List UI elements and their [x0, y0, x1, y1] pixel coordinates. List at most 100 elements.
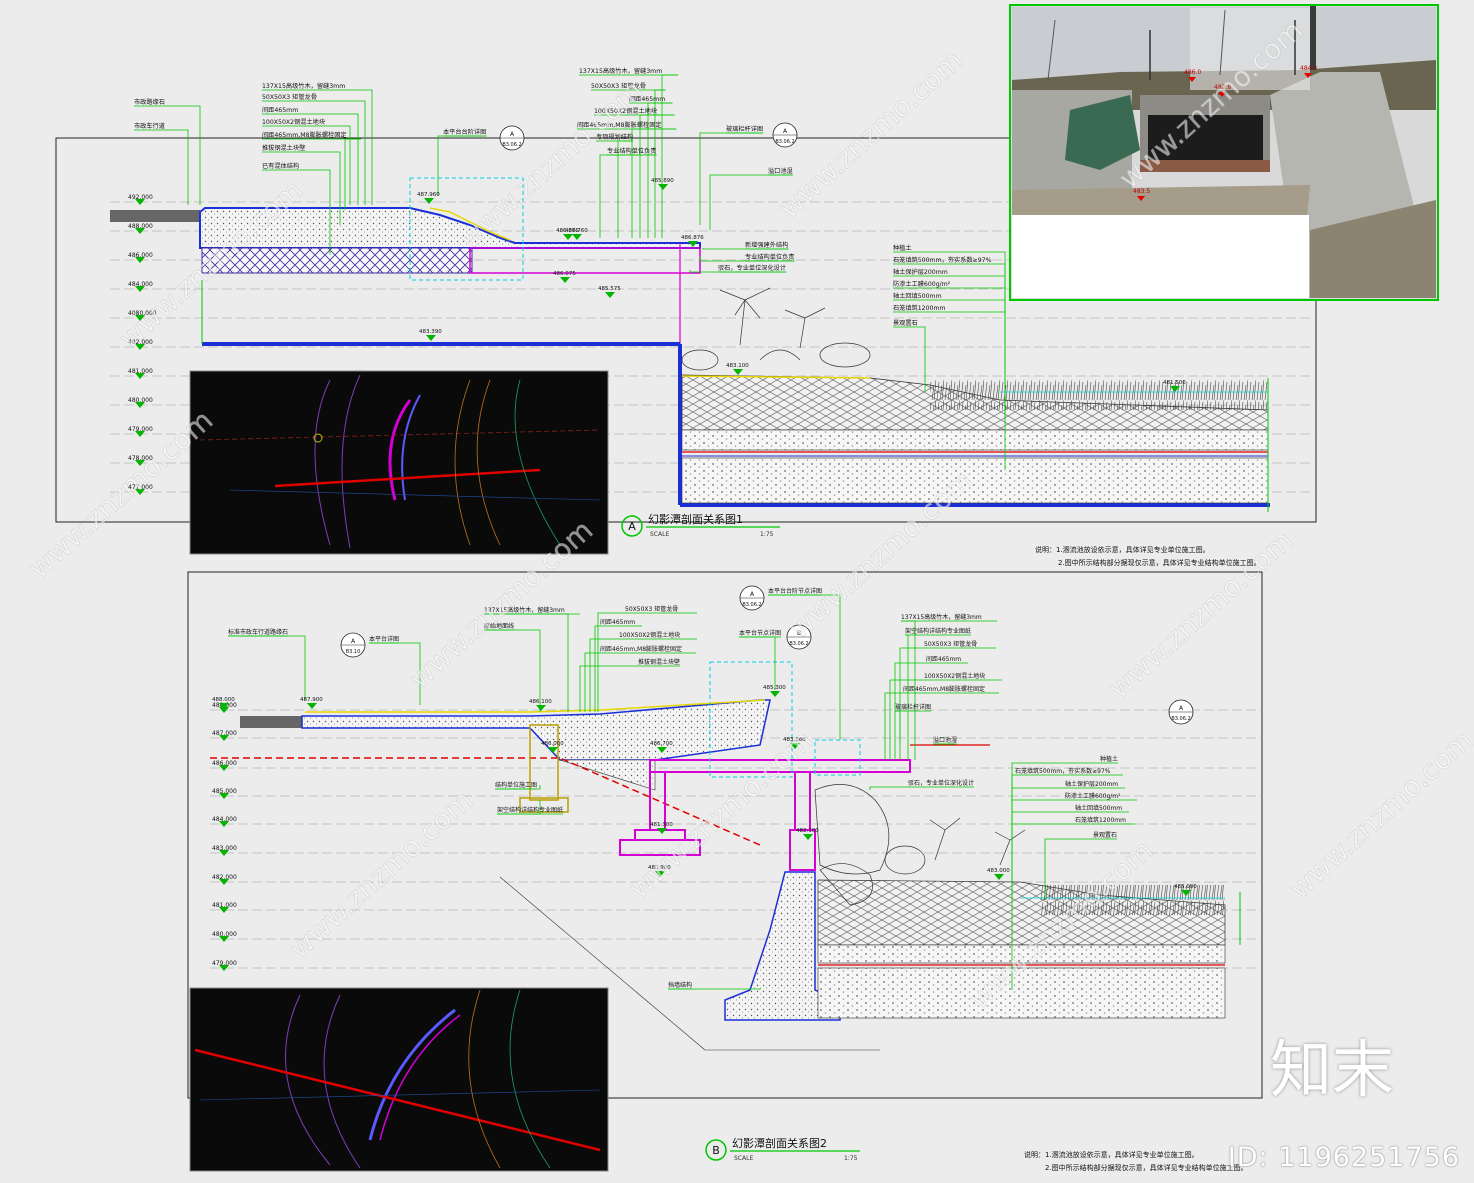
soil-layer-a [682, 430, 1268, 450]
image-id: ID: 1196251756 [1228, 1142, 1460, 1173]
elev-point-b: 486.000 [541, 741, 564, 747]
callout-b: 标准市政车行道路缘石 [228, 628, 288, 636]
callout-a: 市政路缘石 [134, 98, 165, 106]
callout-a: 驳石，专业单位深化设计 [718, 264, 786, 272]
scale-b: 1:75 [844, 1155, 858, 1162]
elev-point-marker-a [605, 292, 615, 298]
scale-word-a: SCALE [650, 531, 669, 538]
elev-point-b: 483.000 [987, 868, 1010, 874]
callout-a: 景观置石 [893, 320, 918, 327]
callout-a: 已有混体结构 [262, 162, 299, 170]
callout-b: 间距465mm,M8膨胀螺栓固定 [903, 685, 985, 693]
plan-inset-b [190, 988, 608, 1171]
callout-leader-a [967, 288, 1005, 390]
cad-drawing: 492.000488.000486.000484.0004080.000482.… [0, 0, 1474, 1179]
callout-leader-a [955, 276, 1005, 380]
callout-b: 间距465mm,M8膨胀螺栓固定 [600, 645, 682, 653]
scale-a: 1:75 [760, 531, 774, 538]
callout-leader-a [640, 115, 675, 238]
detail-box-b2 [815, 740, 860, 775]
title-b: B 幻影潭剖面关系图2 SCALE 1:75 说明：1.溷流池放设依示意，具体详… [706, 1136, 1248, 1172]
callout-a: 石笼填筑500mm，夯实系数≥97% [893, 256, 992, 264]
callout-a: 防渗土工膜600g/m² [893, 280, 951, 288]
callout-leader-b [870, 787, 908, 790]
callout-b: 溢口池湿 [933, 736, 957, 744]
elev-point-a: 487.960 [417, 192, 440, 198]
elev-point-marker-a [733, 369, 743, 375]
elev-point-marker-a [658, 184, 668, 190]
site-photo [1010, 5, 1438, 300]
callout-a: 新增强建外结构 [745, 241, 788, 249]
elev-point-marker-b [994, 874, 1004, 880]
callout-b: 结构单位施工图 [495, 781, 537, 789]
callout-leader-a [700, 133, 763, 225]
callout-leader-a [918, 327, 925, 392]
callout-b: 推拔钢混土块壁 [638, 658, 680, 666]
callout-a: 石笼填筑1200mm [893, 304, 946, 312]
callout-b: 石笼填筑500mm，夯实系数≥97% [1015, 767, 1111, 775]
watermark-text: www.znzmo.com [453, 74, 650, 256]
callout-b: 100X50X2钢混土地块 [619, 631, 680, 639]
callout-a: 玻璃栏杆详图 [726, 125, 763, 133]
note-b-2: 2.图中所示结构部分据现仅示意，具体详见专业结构单位施工图。 [1045, 1163, 1248, 1172]
photo-label: 484.3 [1300, 65, 1317, 72]
callout-leader-b [580, 666, 638, 712]
detail-ref-bottom: B3.06.2 [742, 602, 761, 608]
elev-point-b: 482.100 [796, 828, 819, 834]
callout-leader-b [598, 613, 625, 712]
scale-word-b: SCALE [734, 1155, 753, 1162]
road-curb-a [110, 210, 200, 222]
callout-a: 间距465mm,M8膨胀螺栓固定 [262, 131, 347, 139]
section-marker-a-letter: A [628, 520, 636, 533]
callout-a: 50X50X3 矩管龙骨 [262, 93, 317, 101]
callout-a: 种植土 [893, 244, 912, 252]
elev-point-a: 486.075 [553, 271, 576, 277]
callout-leader-a [438, 136, 486, 195]
elev-point-marker-b [770, 691, 780, 697]
elev-point-marker-a [560, 277, 570, 283]
road-curb-b [240, 716, 302, 728]
elev-point-marker-b [307, 703, 317, 709]
callout-leader-a [618, 141, 633, 238]
callout-b: 间距465mm [600, 618, 635, 626]
elev-point-a: 483.390 [419, 329, 442, 335]
callout-b: 轴土回填500mm [1075, 804, 1122, 812]
callout-a: 市政车行道 [134, 122, 165, 130]
callout-b: 本平台节点详图 [739, 629, 781, 637]
callout-a: 轴土回填500mm [893, 292, 942, 300]
detail-ref-bottom: B3.10 [346, 649, 361, 655]
callout-b: 防渗土工膜600g/m² [1065, 792, 1121, 800]
cad-sheet: 492.000488.000486.000484.0004080.000482.… [0, 0, 1474, 1179]
note-a-1: 说明：1.溷流池放设依示意，具体详见专业单位施工图。 [1035, 545, 1210, 554]
callout-a: 专业结构单位负责 [745, 253, 795, 261]
note-a-2: 2.图中所示结构部分据现仅示意，具体详见专业结构单位施工图。 [1058, 558, 1261, 567]
platform-fill-b [302, 700, 770, 760]
elev-point-a: 485.575 [598, 286, 621, 292]
note-b-1: 说明：1.溷流池放设依示意，具体详见专业单位施工图。 [1024, 1150, 1199, 1159]
elev-point-b: 486.100 [529, 699, 552, 705]
callout-b: 轴土保护层200mm [1065, 780, 1118, 788]
callout-b: 景观置石 [1093, 832, 1117, 839]
section-title-b: 幻影潭剖面关系图2 [732, 1136, 827, 1150]
new-structure-a [470, 248, 700, 273]
detail-ref-bottom: B3.06.2 [1171, 716, 1190, 722]
detail-ref-bottom: B3.06.2 [502, 142, 521, 148]
callout-b: 本平台详图 [369, 635, 399, 643]
callout-b: 间距465mm [926, 655, 961, 663]
elev-point-a: 486.760 [565, 228, 588, 234]
plants-a [682, 288, 870, 370]
callout-leader-a [361, 90, 372, 205]
callout-b: 石笼填筑1200mm [1075, 816, 1126, 824]
callout-b: 驳石，专业单位深化设计 [908, 779, 974, 787]
watermark-text: www.znzmo.com [283, 784, 480, 966]
plan-inset-a [190, 371, 608, 554]
callout-leader-b [228, 636, 305, 700]
elev-point-a: 486.876 [681, 235, 704, 241]
section-marker-b-letter: B [712, 1144, 720, 1157]
callout-a: 推拔钢混土块壁 [262, 144, 305, 152]
photo-label: 486.0 [1184, 69, 1201, 76]
callout-a: 轴土保护层200mm [893, 268, 948, 276]
callout-a: 137X15高级竹木，留缝3mm [262, 82, 345, 90]
elev-point-marker-a [563, 234, 573, 240]
detail-ref-bottom: B3.06.2 [775, 139, 794, 145]
